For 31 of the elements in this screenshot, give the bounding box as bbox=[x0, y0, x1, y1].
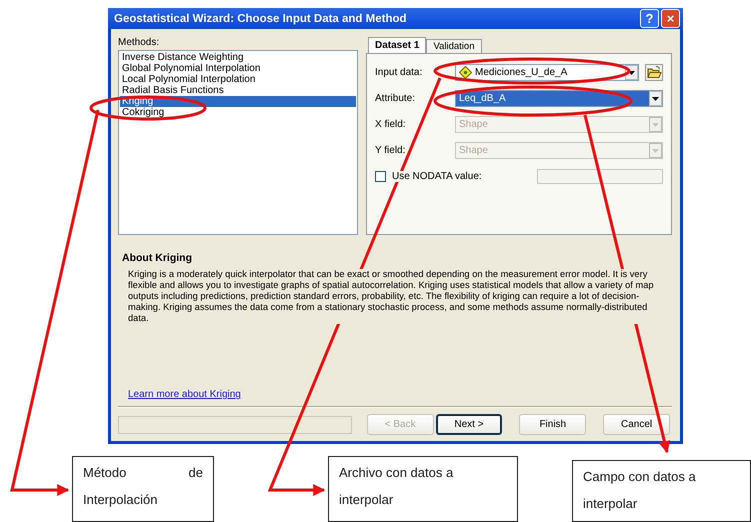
dropdown-icon[interactable] bbox=[649, 91, 662, 106]
checkbox-label: Use NODATA value: bbox=[392, 171, 484, 182]
field-value: Leq_dB_A bbox=[459, 93, 506, 104]
list-item[interactable]: Radial Basis Functions bbox=[120, 85, 356, 96]
field-label: X field: bbox=[375, 119, 407, 130]
close-button[interactable]: × bbox=[661, 9, 680, 28]
list-label: Methods: bbox=[118, 37, 160, 48]
field-value: Mediciones_U_de_A bbox=[475, 67, 568, 78]
dialog-button[interactable]: Cancel bbox=[603, 414, 670, 435]
dialog-button[interactable]: Finish bbox=[519, 414, 586, 435]
annotation-note: Método de Interpolación bbox=[72, 456, 214, 522]
window-title: Geostatistical Wizard: Choose Input Data and Method bbox=[114, 12, 408, 24]
section-heading: About Kriging bbox=[122, 252, 193, 264]
layer-icon bbox=[459, 66, 472, 79]
list-item[interactable]: Cokriging bbox=[120, 107, 356, 118]
tab[interactable]: Dataset 1 bbox=[368, 37, 426, 53]
annotation-note: Campo con datos a interpolar bbox=[572, 460, 751, 522]
list-item[interactable]: Global Polynomial Interpolation bbox=[120, 63, 356, 74]
field-label: Attribute: bbox=[375, 93, 416, 104]
dropdown-field[interactable]: Leq_dB_A bbox=[455, 90, 663, 107]
field-label: Y field: bbox=[375, 145, 406, 156]
dropdown-field[interactable]: Mediciones_U_de_A bbox=[455, 64, 639, 81]
learn-more-link[interactable]: Learn more about Kriging bbox=[128, 389, 241, 400]
help-button[interactable]: ? bbox=[640, 9, 659, 28]
dialog-button[interactable]: Next > bbox=[436, 414, 502, 435]
annotation-note: Archivo con datos a interpolar bbox=[328, 456, 518, 522]
list-item[interactable]: Inverse Distance Weighting bbox=[120, 52, 356, 63]
field-label: Input data: bbox=[375, 67, 424, 78]
folder-icon[interactable] bbox=[645, 64, 663, 81]
tab[interactable]: Validation bbox=[426, 39, 482, 53]
list-item[interactable]: Local Polynomial Interpolation bbox=[120, 74, 356, 85]
